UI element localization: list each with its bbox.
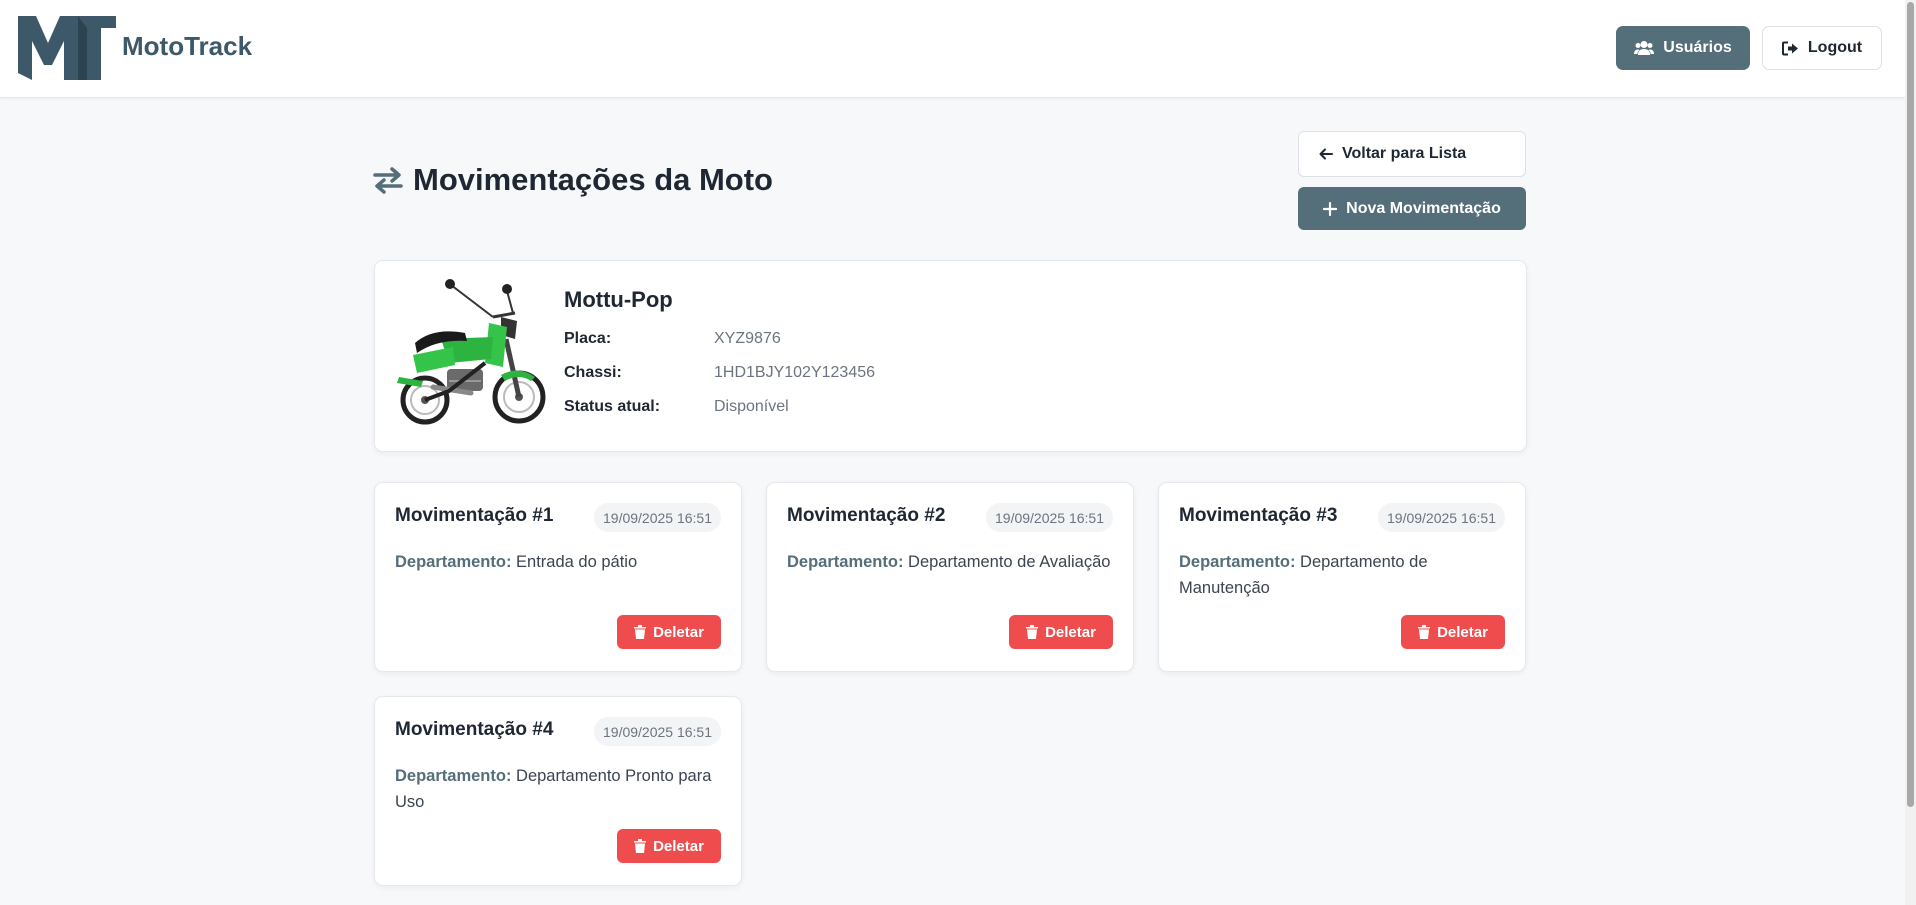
movement-department: Departamento: Departamento de Avaliação [787,549,1117,575]
mt-logo-icon[interactable] [16,13,118,83]
trash-icon [1418,625,1431,639]
movement-department: Departamento: Departamento de Manutenção [1179,549,1509,601]
delete-button-label: Deletar [653,837,704,855]
trash-icon [634,625,647,639]
page-title-text: Movimentações da Moto [413,162,773,197]
delete-button-label: Deletar [653,623,704,641]
department-label: Departamento: [395,767,512,785]
movement-card: Movimentação #4 19/09/2025 16:51 Departa… [374,696,742,886]
department-label: Departamento: [1179,553,1296,571]
movement-date-badge: 19/09/2025 16:51 [1378,503,1505,532]
movement-title: Movimentação #4 [395,719,554,740]
movement-department: Departamento: Entrada do pátio [395,549,725,575]
movement-department: Departamento: Departamento Pronto para U… [395,763,725,815]
moto-chassis-value: 1HD1BJY102Y123456 [714,364,876,381]
moto-plate-value: XYZ9876 [714,330,781,347]
movement-date-badge: 19/09/2025 16:51 [594,503,721,532]
back-to-list-button[interactable]: Voltar para Lista [1298,131,1526,177]
logout-icon [1781,41,1798,55]
department-value: Departamento de Avaliação [908,553,1111,571]
logout-button-label: Logout [1807,39,1863,56]
moto-status-value: Disponível [714,398,789,415]
movement-date-badge: 19/09/2025 16:51 [986,503,1113,532]
movement-card: Movimentação #1 19/09/2025 16:51 Departa… [374,482,742,672]
back-button-label: Voltar para Lista [1342,145,1467,162]
arrow-left-icon [1319,148,1333,160]
delete-button-label: Deletar [1437,623,1488,641]
trash-icon [1026,625,1039,639]
department-value: Entrada do pátio [516,553,638,571]
new-movement-button-label: Nova Movimentação [1346,199,1501,217]
scrollbar-thumb[interactable] [1907,2,1914,807]
users-button[interactable]: Usuários [1616,26,1750,70]
users-icon [1634,41,1655,55]
delete-movement-button[interactable]: Deletar [1401,615,1505,649]
plus-icon [1323,201,1338,216]
delete-movement-button[interactable]: Deletar [1009,615,1113,649]
moto-name: Mottu-Pop [564,287,673,312]
movement-title: Movimentação #3 [1179,505,1338,526]
brand-name[interactable]: MotoTrack [122,31,252,62]
moto-info-card: Mottu-Pop Placa: XYZ9876 Chassi: 1HD1BJY… [374,260,1527,452]
movement-title: Movimentação #1 [395,505,554,526]
delete-button-label: Deletar [1045,623,1096,641]
new-movement-button[interactable]: Nova Movimentação [1298,187,1526,230]
moto-chassis-label: Chassi: [564,364,622,381]
moto-status-label: Status atual: [564,398,661,415]
motorcycle-image [397,279,546,425]
department-label: Departamento: [395,553,512,571]
department-label: Departamento: [787,553,904,571]
delete-movement-button[interactable]: Deletar [617,615,721,649]
logout-button[interactable]: Logout [1762,26,1882,70]
movement-title: Movimentação #2 [787,505,946,526]
moto-plate-label: Placa: [564,330,612,347]
movement-date-badge: 19/09/2025 16:51 [594,717,721,746]
top-navbar: MotoTrack Usuários Logout [0,0,1905,98]
movement-card: Movimentação #3 19/09/2025 16:51 Departa… [1158,482,1526,672]
users-button-label: Usuários [1663,39,1732,56]
page-title: Movimentações da Moto [373,160,773,200]
movement-card: Movimentação #2 19/09/2025 16:51 Departa… [766,482,1134,672]
delete-movement-button[interactable]: Deletar [617,829,721,863]
exchange-arrows-icon [373,167,403,194]
trash-icon [634,839,647,853]
